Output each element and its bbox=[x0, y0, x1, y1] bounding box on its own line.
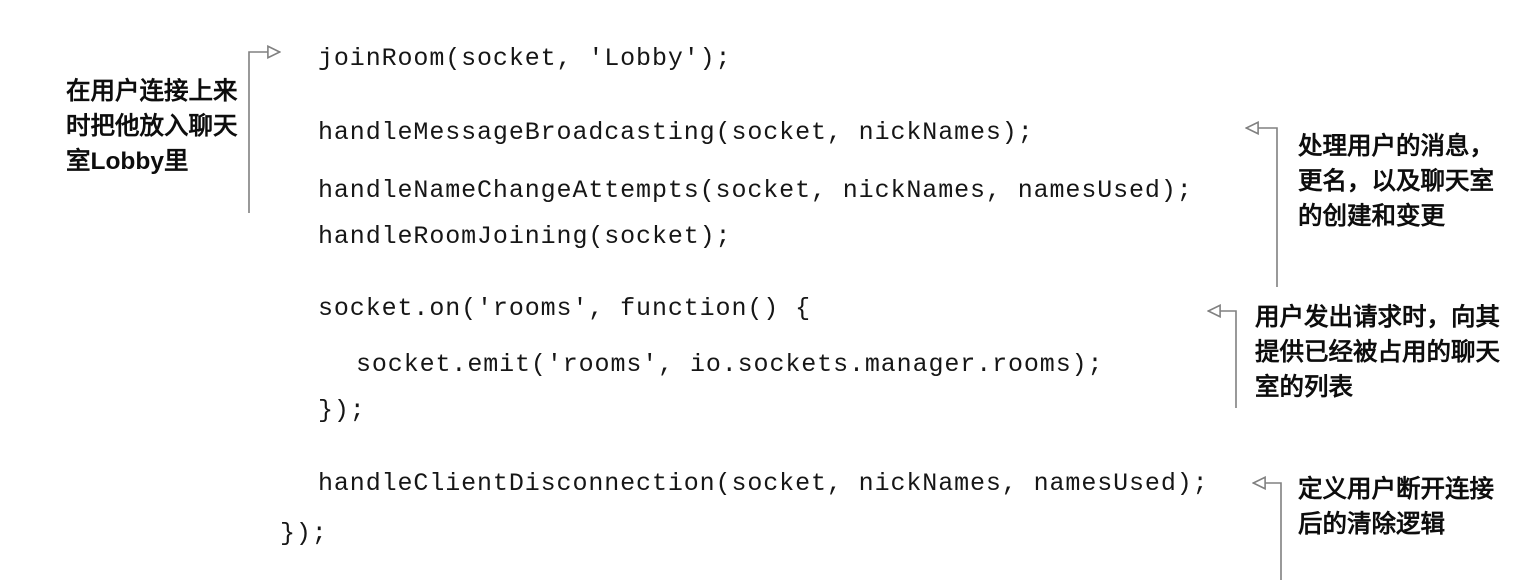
annotation-right-message-handling: 处理用户的消息，更名，以及聊天室的创建和变更 bbox=[1298, 133, 1494, 230]
connector-right-2 bbox=[1208, 311, 1237, 408]
code-line[interactable]: socket.on('rooms', function() { bbox=[318, 296, 811, 321]
code-line[interactable]: handleRoomJoining(socket); bbox=[318, 224, 731, 249]
code-line[interactable]: socket.emit('rooms', io.sockets.manager.… bbox=[356, 352, 1103, 377]
annotated-code-figure: joinRoom(socket, 'Lobby'); handleMessage… bbox=[0, 0, 1526, 580]
annotation-left-join-room: 在用户连接上来时把他放入聊天室Lobby里 bbox=[66, 78, 238, 175]
code-line[interactable]: handleMessageBroadcasting(socket, nickNa… bbox=[318, 120, 1034, 145]
code-line[interactable]: handleClientDisconnection(socket, nickNa… bbox=[318, 471, 1209, 496]
connector-right-3 bbox=[1253, 483, 1282, 580]
connector-left-1 bbox=[248, 52, 280, 213]
code-line[interactable]: joinRoom(socket, 'Lobby'); bbox=[318, 46, 731, 71]
code-line[interactable]: }); bbox=[280, 521, 328, 546]
annotation-right-disconnect-cleanup: 定义用户断开连接后的清除逻辑 bbox=[1298, 476, 1494, 538]
code-line[interactable]: }); bbox=[318, 398, 366, 423]
connector-right-1 bbox=[1246, 128, 1278, 287]
code-line[interactable]: handleNameChangeAttempts(socket, nickNam… bbox=[318, 178, 1193, 203]
annotation-right-rooms-list: 用户发出请求时，向其提供已经被占用的聊天室的列表 bbox=[1255, 304, 1500, 401]
